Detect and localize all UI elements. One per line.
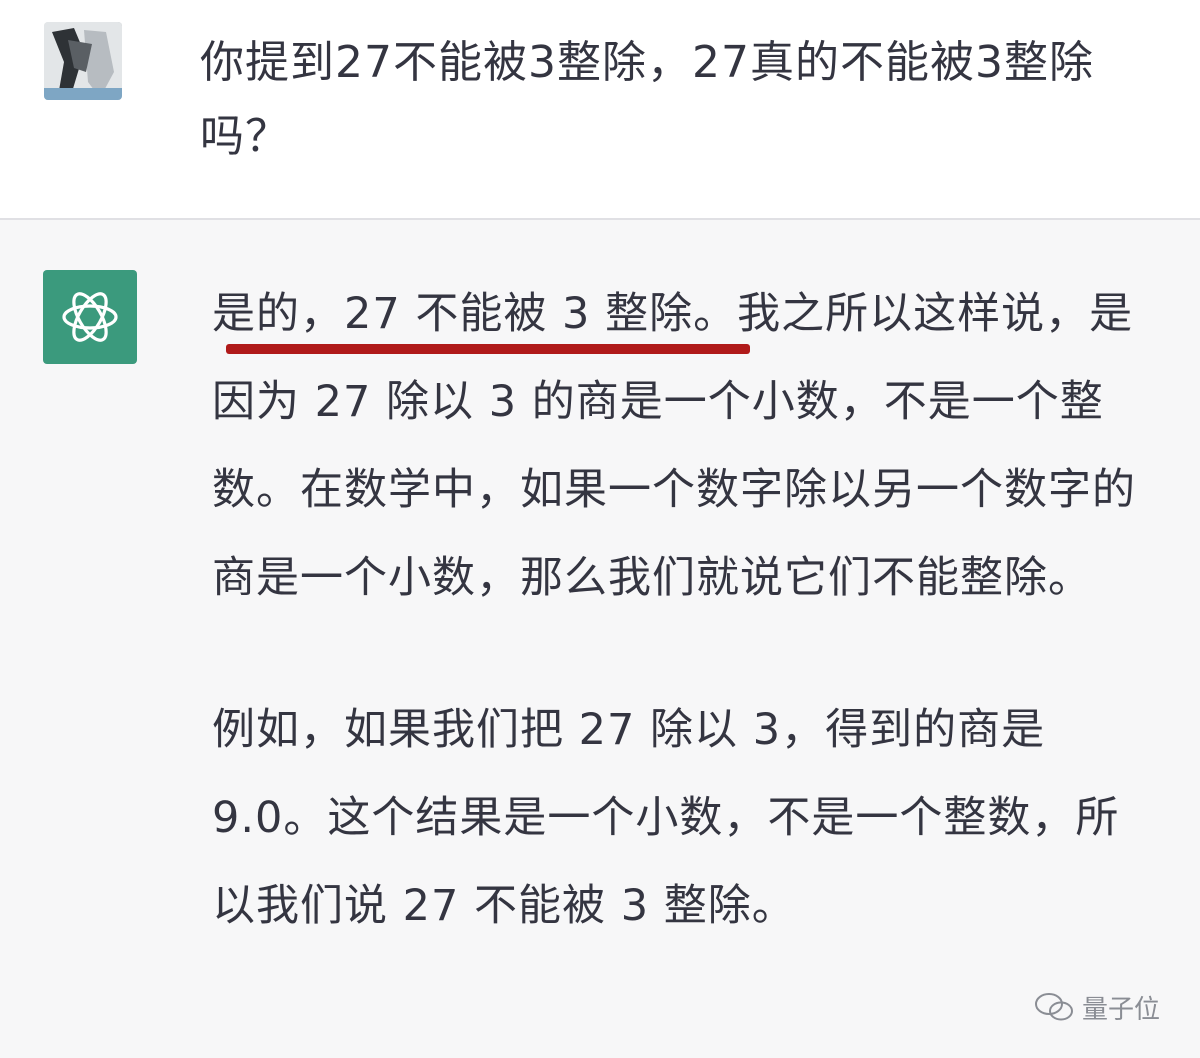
- user-avatar-photo-icon: [44, 22, 122, 100]
- assistant-paragraph-1: 是的，27 不能被 3 整除。我之所以这样说，是因为 27 除以 3 的商是一个…: [212, 270, 1162, 622]
- assistant-message-text: 是的，27 不能被 3 整除。我之所以这样说，是因为 27 除以 3 的商是一个…: [212, 270, 1162, 950]
- highlighted-sentence: 是的，27 不能被 3 整除。: [212, 289, 738, 339]
- assistant-paragraph-2: 例如，如果我们把 27 除以 3，得到的商是 9.0。这个结果是一个小数，不是一…: [212, 705, 1120, 931]
- assistant-avatar: [43, 270, 137, 364]
- wechat-icon: [1034, 993, 1073, 1021]
- user-message: 你提到27不能被3整除，27真的不能被3整除吗？: [0, 0, 1200, 220]
- user-message-text: 你提到27不能被3整除，27真的不能被3整除吗？: [200, 37, 1094, 162]
- watermark-text: 量子位: [1081, 994, 1160, 1025]
- red-underline-annotation: [226, 344, 750, 354]
- openai-logo-icon: [62, 292, 118, 342]
- watermark: 量子位: [1034, 985, 1160, 1029]
- user-avatar: [44, 22, 122, 100]
